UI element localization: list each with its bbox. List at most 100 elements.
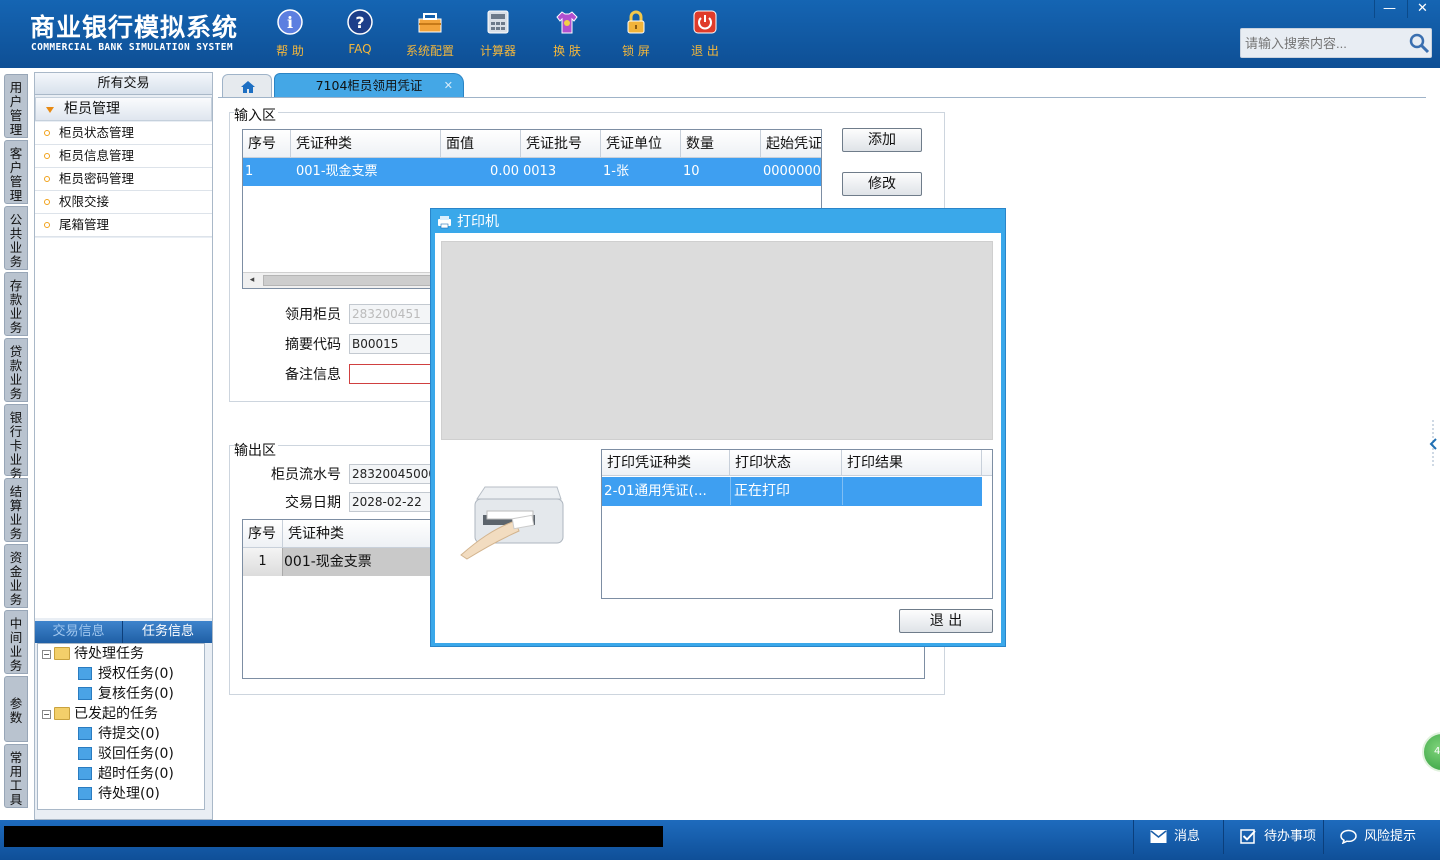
col-header[interactable]: 凭证种类 [291,130,441,158]
info-icon: i [277,9,303,35]
task-icon [78,787,92,800]
collapse-right-panel-icon[interactable] [1426,420,1440,468]
vnav-loan-business[interactable]: 贷款业务 [4,338,28,402]
top-bar: 商业银行模拟系统 COMMERCIAL BANK SIMULATION SYST… [0,0,1440,68]
skin-button[interactable]: 换 肤 [537,6,597,64]
menu-item-teller-info[interactable]: 柜员信息管理 [35,145,212,168]
svg-text:i: i [287,13,293,32]
tree-node-to-submit[interactable]: 待提交(0) [78,724,160,744]
tree-node-to-process[interactable]: 待处理(0) [78,784,160,804]
printer-dialog: 打印机 打印凭证种类 打印状态 打印结果 2-01通用凭证(... 正在打印 退… [430,208,1006,647]
col-header[interactable]: 序号 [243,130,291,158]
collapse-icon[interactable]: − [42,710,51,719]
search-icon[interactable] [1407,31,1431,55]
vnav-common-tools[interactable]: 常用工具 [4,744,28,808]
status-bar: 消息 待办事项 风险提示 [0,820,1440,860]
col-header[interactable]: 起始凭证 [761,130,821,158]
col-header[interactable]: 打印状态 [730,450,842,476]
bullet-icon [44,153,50,159]
vnav-user-mgmt[interactable]: 用户管理 [4,74,28,138]
serial-number-field[interactable]: 283200450000 [349,464,431,484]
close-window-button[interactable]: ✕ [1407,0,1437,18]
tree-node-pending[interactable]: − 待处理任务 [42,644,144,664]
app-title: 商业银行模拟系统 [30,13,239,42]
tree-node-timeout[interactable]: 超时任务(0) [78,764,174,784]
checkbox-icon [1240,829,1256,844]
minimize-button[interactable]: — [1374,0,1404,18]
chat-bubble-icon [1340,829,1357,844]
col-header[interactable]: 序号 [243,520,283,548]
lock-icon [627,10,645,34]
vnav-intermediary-business[interactable]: 中间业务 [4,610,28,674]
system-config-button[interactable]: 系统配置 [400,6,460,64]
vnav-card-business[interactable]: 银行卡业务 [4,404,28,481]
trade-date-field[interactable]: 2028-02-22 [349,492,431,512]
tab-task-info[interactable]: 任务信息 [124,621,212,643]
col-header[interactable]: 面值 [441,130,521,158]
power-icon [693,10,717,34]
scroll-thumb[interactable] [263,275,433,286]
help-button[interactable]: i 帮 助 [260,6,320,64]
search-input[interactable] [1245,33,1403,53]
todo-button[interactable]: 待办事项 [1223,820,1323,854]
bullet-icon [44,222,50,228]
app-subtitle: COMMERCIAL BANK SIMULATION SYSTEM [31,42,233,53]
bullet-icon [44,130,50,136]
summary-code-field[interactable]: B00015 [349,334,431,354]
close-tab-icon[interactable]: ✕ [444,74,453,98]
menu-item-teller-password[interactable]: 柜员密码管理 [35,168,212,191]
vnav-fund-business[interactable]: 资金业务 [4,544,28,608]
tree-node-rejected[interactable]: 驳回任务(0) [78,744,174,764]
calculator-icon [487,10,509,34]
dialog-title: 打印机 [437,211,499,233]
exit-button[interactable]: 退 出 [675,6,735,64]
remark-field[interactable] [349,364,431,384]
menu-item-tail-box[interactable]: 尾箱管理 [35,214,212,237]
col-header[interactable]: 打印凭证种类 [602,450,730,476]
printer-small-icon [438,216,451,229]
all-transactions-header[interactable]: 所有交易 [35,73,212,95]
col-header[interactable]: 凭证批号 [521,130,601,158]
task-icon [78,667,92,680]
input-table-header: 序号 凭证种类 面值 凭证批号 凭证单位 数量 起始凭证 [243,130,821,158]
table-row[interactable]: 2-01通用凭证(... 正在打印 [602,477,982,506]
vnav-customer-mgmt[interactable]: 客户管理 [4,140,28,204]
vnav-public-business[interactable]: 公共业务 [4,206,28,270]
col-header[interactable]: 数量 [681,130,761,158]
vnav-parameters[interactable]: 参数 [4,676,28,742]
tab-transaction-info[interactable]: 交易信息 [35,621,123,643]
menu-group-teller-mgmt[interactable]: 柜员管理 [35,97,212,121]
menu-item-teller-status[interactable]: 柜员状态管理 [35,122,212,145]
modify-button[interactable]: 修改 [842,172,922,196]
tree-node-review[interactable]: 复核任务(0) [78,684,174,704]
col-header[interactable]: 凭证单位 [601,130,681,158]
vnav-settlement-business[interactable]: 结算业务 [4,478,28,542]
task-icon [78,687,92,700]
vnav-deposit-business[interactable]: 存款业务 [4,272,28,336]
tab-home[interactable] [222,74,272,98]
print-preview-area [441,241,993,440]
teller-field[interactable]: 283200451 [349,304,431,324]
faq-button[interactable]: ? FAQ [330,6,390,64]
folder-icon [54,707,70,720]
dialog-exit-button[interactable]: 退 出 [899,609,993,633]
calculator-button[interactable]: 计算器 [468,6,528,64]
bullet-icon [44,199,50,205]
tree-node-initiated[interactable]: − 已发起的任务 [42,704,158,724]
menu-item-permission-handover[interactable]: 权限交接 [35,191,212,214]
trade-date-label: 交易日期 [285,495,341,511]
add-button[interactable]: 添加 [842,128,922,152]
scroll-left-icon[interactable]: ◂ [243,273,261,288]
tab-7104[interactable]: 7104柜员领用凭证 ✕ [274,73,464,98]
messages-button[interactable]: 消息 [1133,820,1223,854]
tree-node-authorize[interactable]: 授权任务(0) [78,664,174,684]
collapse-icon[interactable]: − [42,650,51,659]
col-header[interactable]: 打印结果 [842,450,982,476]
printer-icon [460,486,564,560]
remark-label: 备注信息 [285,367,341,383]
lock-screen-button[interactable]: 锁 屏 [606,6,666,64]
risk-alert-button[interactable]: 风险提示 [1323,820,1440,854]
menu-group-label: 柜员管理 [64,101,120,117]
bullet-icon [44,176,50,182]
table-row[interactable]: 1 001-现金支票 0.00 0013 1-张 10 000000000 [243,158,821,186]
